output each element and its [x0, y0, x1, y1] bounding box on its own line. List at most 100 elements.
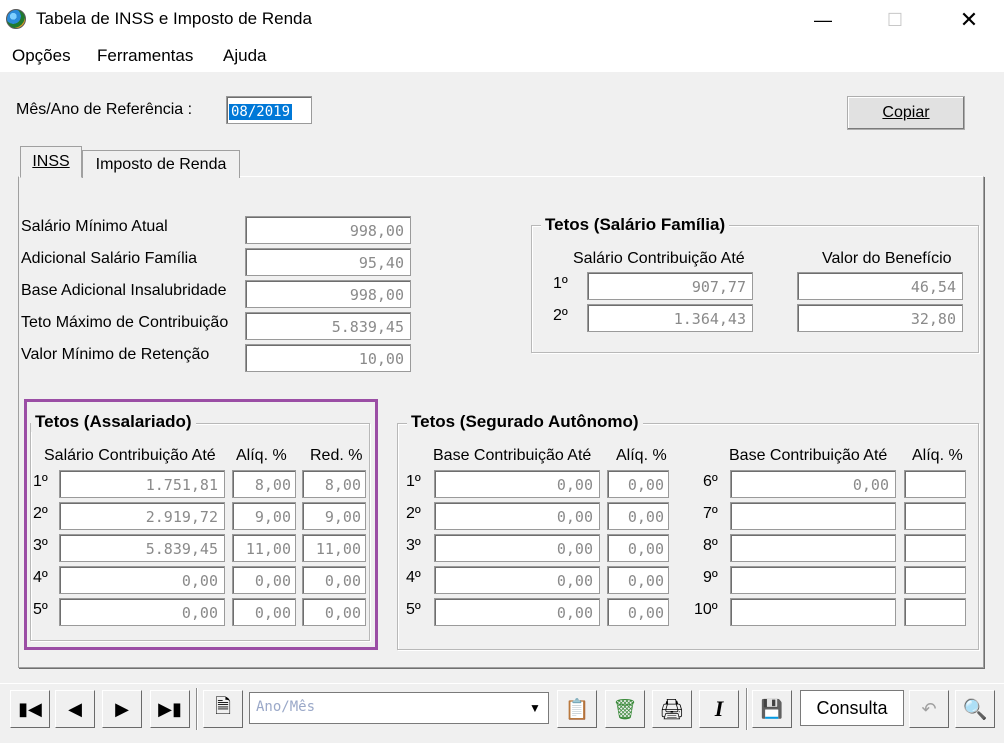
autonomo-row-number: 5º: [406, 601, 421, 618]
maximize-button: ☐: [872, 4, 918, 36]
basic-value-field[interactable]: 95,40: [245, 248, 411, 276]
save-button: 💾: [752, 690, 792, 728]
autonomo-aliq-field[interactable]: 0,00: [607, 470, 669, 498]
autonomo-base-field[interactable]: [730, 502, 896, 530]
autonomo-base-field[interactable]: 0,00: [434, 502, 600, 530]
autonomo-base-field[interactable]: [730, 534, 896, 562]
autonomo-base-field[interactable]: [730, 566, 896, 594]
autonomo-base-field[interactable]: 0,00: [730, 470, 896, 498]
copy-button[interactable]: Copiar: [847, 96, 965, 130]
autonomo-row-number: 4º: [406, 569, 421, 586]
autonomo-base-field[interactable]: 0,00: [434, 470, 600, 498]
tab-imposto-renda[interactable]: Imposto de Renda: [82, 150, 240, 178]
basic-value-field[interactable]: 998,00: [245, 216, 411, 244]
autonomo-row-number: 8º: [703, 537, 718, 554]
search-records-button[interactable]: 📋: [557, 690, 597, 728]
autonomo-aliq-field[interactable]: 0,00: [607, 566, 669, 594]
autonomo-right-col2-header: Alíq. %: [912, 447, 963, 464]
trash-icon: 🗑: [612, 698, 638, 721]
autonomo-left-col1-header: Base Contribuição Até: [433, 447, 592, 464]
autonomo-aliq-field[interactable]: [904, 470, 966, 498]
menu-ajuda[interactable]: Ajuda: [223, 46, 266, 66]
new-record-button[interactable]: 🗎: [203, 690, 243, 728]
menu-ferramentas[interactable]: Ferramentas: [97, 46, 193, 66]
autonomo-aliq-field[interactable]: [904, 502, 966, 530]
maximize-icon: ☐: [886, 9, 904, 30]
close-button[interactable]: ✕: [946, 4, 992, 36]
autonomo-row-number: 2º: [406, 505, 421, 522]
autonomo-row-number: 6º: [703, 473, 718, 490]
reference-value: 08/2019: [229, 104, 293, 120]
autonomo-base-field[interactable]: [730, 598, 896, 626]
find-button[interactable]: 🔍: [955, 690, 995, 728]
window-title: Tabela de INSS e Imposto de Renda: [36, 9, 312, 28]
autonomo-aliq-field[interactable]: [904, 598, 966, 626]
basic-label: Base Adicional Insalubridade: [21, 282, 227, 299]
previous-record-button[interactable]: ◀: [55, 690, 95, 728]
autonomo-row-number: 9º: [703, 569, 718, 586]
new-document-icon: 🗎: [214, 696, 232, 718]
familia-col2-header: Valor do Benefício: [822, 250, 952, 267]
autonomo-aliq-field[interactable]: 0,00: [607, 598, 669, 626]
last-record-icon: ▶▮: [158, 698, 182, 719]
basic-value-field[interactable]: 5.839,45: [245, 312, 411, 340]
autonomo-aliq-field[interactable]: [904, 566, 966, 594]
printer-icon: 🖨: [659, 698, 685, 721]
familia-salario-field[interactable]: 1.364,43: [587, 304, 753, 332]
highlight-box: [24, 399, 378, 650]
familia-title: Tetos (Salário Família): [541, 215, 730, 235]
minimize-button[interactable]: —: [800, 4, 846, 36]
italic-button[interactable]: I: [699, 690, 739, 728]
previous-record-icon: ◀: [68, 698, 82, 719]
delete-button[interactable]: 🗑: [605, 690, 645, 728]
document-search-icon: 📋: [564, 698, 590, 721]
undo-button: ↶: [909, 690, 949, 728]
familia-beneficio-field[interactable]: 46,54: [797, 272, 963, 300]
first-record-button[interactable]: ▮◀: [10, 690, 50, 728]
basic-value-field[interactable]: 998,00: [245, 280, 411, 308]
autonomo-aliq-field[interactable]: 0,00: [607, 534, 669, 562]
familia-beneficio-field[interactable]: 32,80: [797, 304, 963, 332]
tab-inss-label: INSS: [32, 153, 70, 170]
combo-placeholder: Ano/Mês: [256, 699, 316, 715]
toolbar-separator: [746, 688, 748, 730]
toolbar-separator: [196, 688, 198, 730]
familia-col1-header: Salário Contribuição Até: [573, 250, 745, 267]
reference-input[interactable]: 08/2019: [226, 96, 312, 124]
autonomo-base-field[interactable]: 0,00: [434, 534, 600, 562]
mode-indicator: Consulta: [800, 690, 904, 726]
familia-row-number: 2º: [553, 307, 568, 324]
italic-icon: I: [714, 696, 724, 721]
autonomo-left-col2-header: Alíq. %: [616, 447, 667, 464]
next-record-icon: ▶: [115, 698, 129, 719]
autonomo-right-col1-header: Base Contribuição Até: [729, 447, 888, 464]
close-icon: ✕: [959, 7, 979, 32]
tab-imposto-renda-label: Imposto de Renda: [95, 155, 227, 173]
print-button[interactable]: 🖨: [652, 690, 692, 728]
autonomo-row-number: 3º: [406, 537, 421, 554]
autonomo-aliq-field[interactable]: 0,00: [607, 502, 669, 530]
autonomo-base-field[interactable]: 0,00: [434, 598, 600, 626]
menu-opcoes[interactable]: Opções: [12, 46, 71, 66]
tab-inss[interactable]: INSS: [20, 146, 82, 178]
basic-label: Teto Máximo de Contribuição: [21, 314, 229, 331]
first-record-icon: ▮◀: [18, 698, 42, 719]
chevron-down-icon[interactable]: ▼: [523, 694, 547, 722]
next-record-button[interactable]: ▶: [102, 690, 142, 728]
basic-label: Salário Mínimo Atual: [21, 218, 168, 235]
app-icon: [6, 9, 26, 29]
autonomo-base-field[interactable]: 0,00: [434, 566, 600, 594]
autonomo-aliq-field[interactable]: [904, 534, 966, 562]
basic-label: Adicional Salário Família: [21, 250, 198, 267]
autonomo-row-number: 7º: [703, 505, 718, 522]
toolbar-top-edge: [0, 683, 1004, 684]
familia-salario-field[interactable]: 907,77: [587, 272, 753, 300]
undo-icon: ↶: [921, 698, 937, 719]
basic-value-field[interactable]: 10,00: [245, 344, 411, 372]
binoculars-icon: 🔍: [962, 698, 988, 721]
reference-label: Mês/Ano de Referência :: [16, 101, 193, 118]
basic-label: Valor Mínimo de Retenção: [21, 346, 210, 363]
familia-row-number: 1º: [553, 275, 568, 292]
last-record-button[interactable]: ▶▮: [150, 690, 190, 728]
autonomo-row-number: 10º: [694, 601, 718, 618]
